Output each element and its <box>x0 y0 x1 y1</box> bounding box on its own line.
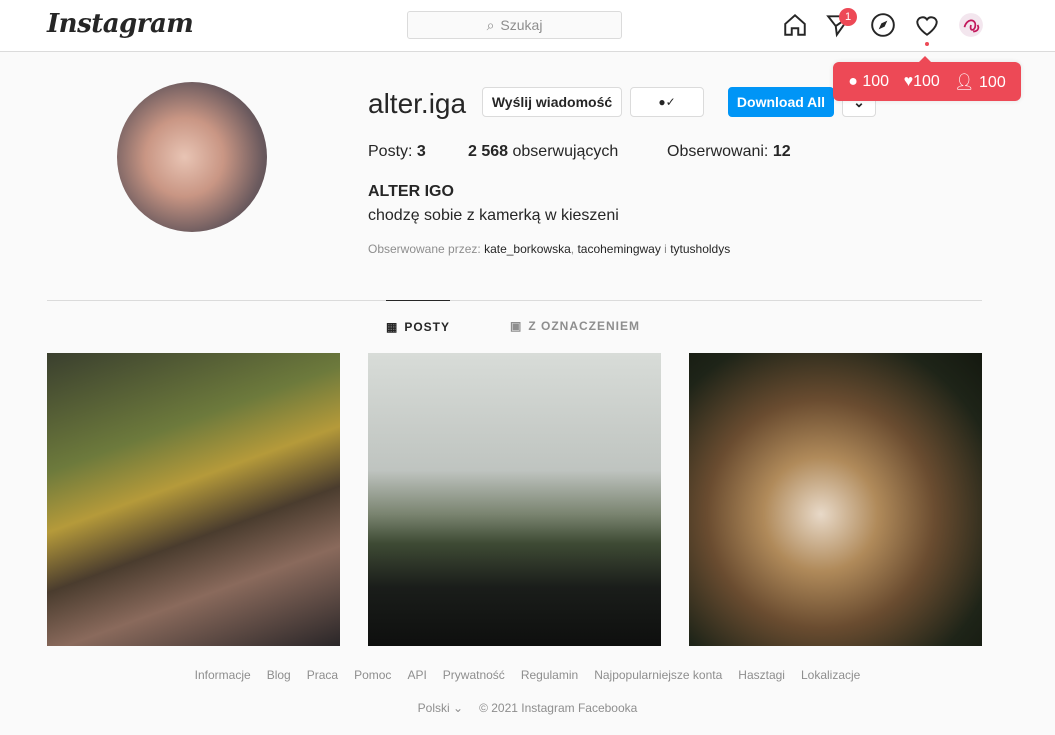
footer-link[interactable]: Regulamin <box>521 668 578 682</box>
post-thumbnail[interactable] <box>689 353 982 646</box>
bio: chodzę sobie z kamerką w kieszeni <box>368 207 619 224</box>
search-placeholder: Szukaj <box>500 17 543 33</box>
following-count[interactable]: Obserwowani: 12 <box>667 143 791 161</box>
language-select[interactable]: Polski ⌄ <box>418 701 463 715</box>
stats-popup: ● 100 ♥100 👤︎ 100 <box>833 56 1021 101</box>
message-button[interactable]: Wyślij wiadomość <box>482 87 622 117</box>
top-nav: Instagram ⌕ Szukaj 1 <box>0 0 1055 52</box>
heart-icon[interactable] <box>914 12 940 38</box>
explore-icon[interactable] <box>870 12 896 38</box>
comments-stat: ● 100 <box>848 72 890 90</box>
activity-dot <box>925 42 929 46</box>
copyright: © 2021 Instagram Facebooka <box>479 701 638 715</box>
post-thumbnail[interactable] <box>47 353 340 646</box>
footer-link[interactable]: Blog <box>267 668 291 682</box>
home-icon[interactable] <box>782 12 808 38</box>
followers-stat: 👤︎ 100 <box>954 73 1006 91</box>
download-all-button[interactable]: Download All <box>728 87 834 117</box>
footer-link[interactable]: Hasztagi <box>738 668 785 682</box>
footer-links: Informacje Blog Praca Pomoc API Prywatno… <box>0 668 1055 682</box>
footer-bottom: Polski ⌄ © 2021 Instagram Facebooka <box>0 701 1055 715</box>
instagram-logo[interactable]: Instagram <box>47 9 194 39</box>
footer-link[interactable]: Informacje <box>195 668 251 682</box>
post-thumbnail[interactable] <box>368 353 661 646</box>
full-name: ALTER IGO <box>368 183 454 200</box>
footer-link[interactable]: API <box>407 668 426 682</box>
followers-count[interactable]: 2 568 obserwujących <box>468 143 667 161</box>
chevron-down-icon: ⌄ <box>453 701 464 715</box>
profile-avatar[interactable] <box>117 82 267 232</box>
footer-link[interactable]: Najpopularniejsze konta <box>594 668 722 682</box>
profile-stats: Posty: 3 2 568 obserwujących Obserwowani… <box>368 143 791 161</box>
footer-link[interactable]: Prywatność <box>443 668 505 682</box>
search-input[interactable]: ⌕ Szukaj <box>407 11 622 39</box>
tagged-icon: ▣ <box>510 319 523 333</box>
username: alter.iga <box>368 88 467 119</box>
profile-avatar-icon[interactable] <box>958 12 984 38</box>
footer-link[interactable]: Pomoc <box>354 668 391 682</box>
search-icon: ⌕ <box>486 16 495 33</box>
tab-posts[interactable]: ▦ POSTY <box>386 300 450 352</box>
user-check-icon: ●✓ <box>658 95 676 109</box>
footer-link[interactable]: Lokalizacje <box>801 668 860 682</box>
likes-stat: ♥100 <box>903 72 940 90</box>
dm-badge: 1 <box>839 8 857 26</box>
grid-icon: ▦ <box>386 319 399 334</box>
followed-by[interactable]: Obserwowane przez: kate_borkowska, tacoh… <box>368 242 730 256</box>
following-button[interactable]: ●✓ <box>630 87 704 117</box>
footer-link[interactable]: Praca <box>307 668 338 682</box>
posts-count[interactable]: Posty: 3 <box>368 143 468 161</box>
tab-tagged[interactable]: ▣ Z OZNACZENIEM <box>510 300 640 352</box>
